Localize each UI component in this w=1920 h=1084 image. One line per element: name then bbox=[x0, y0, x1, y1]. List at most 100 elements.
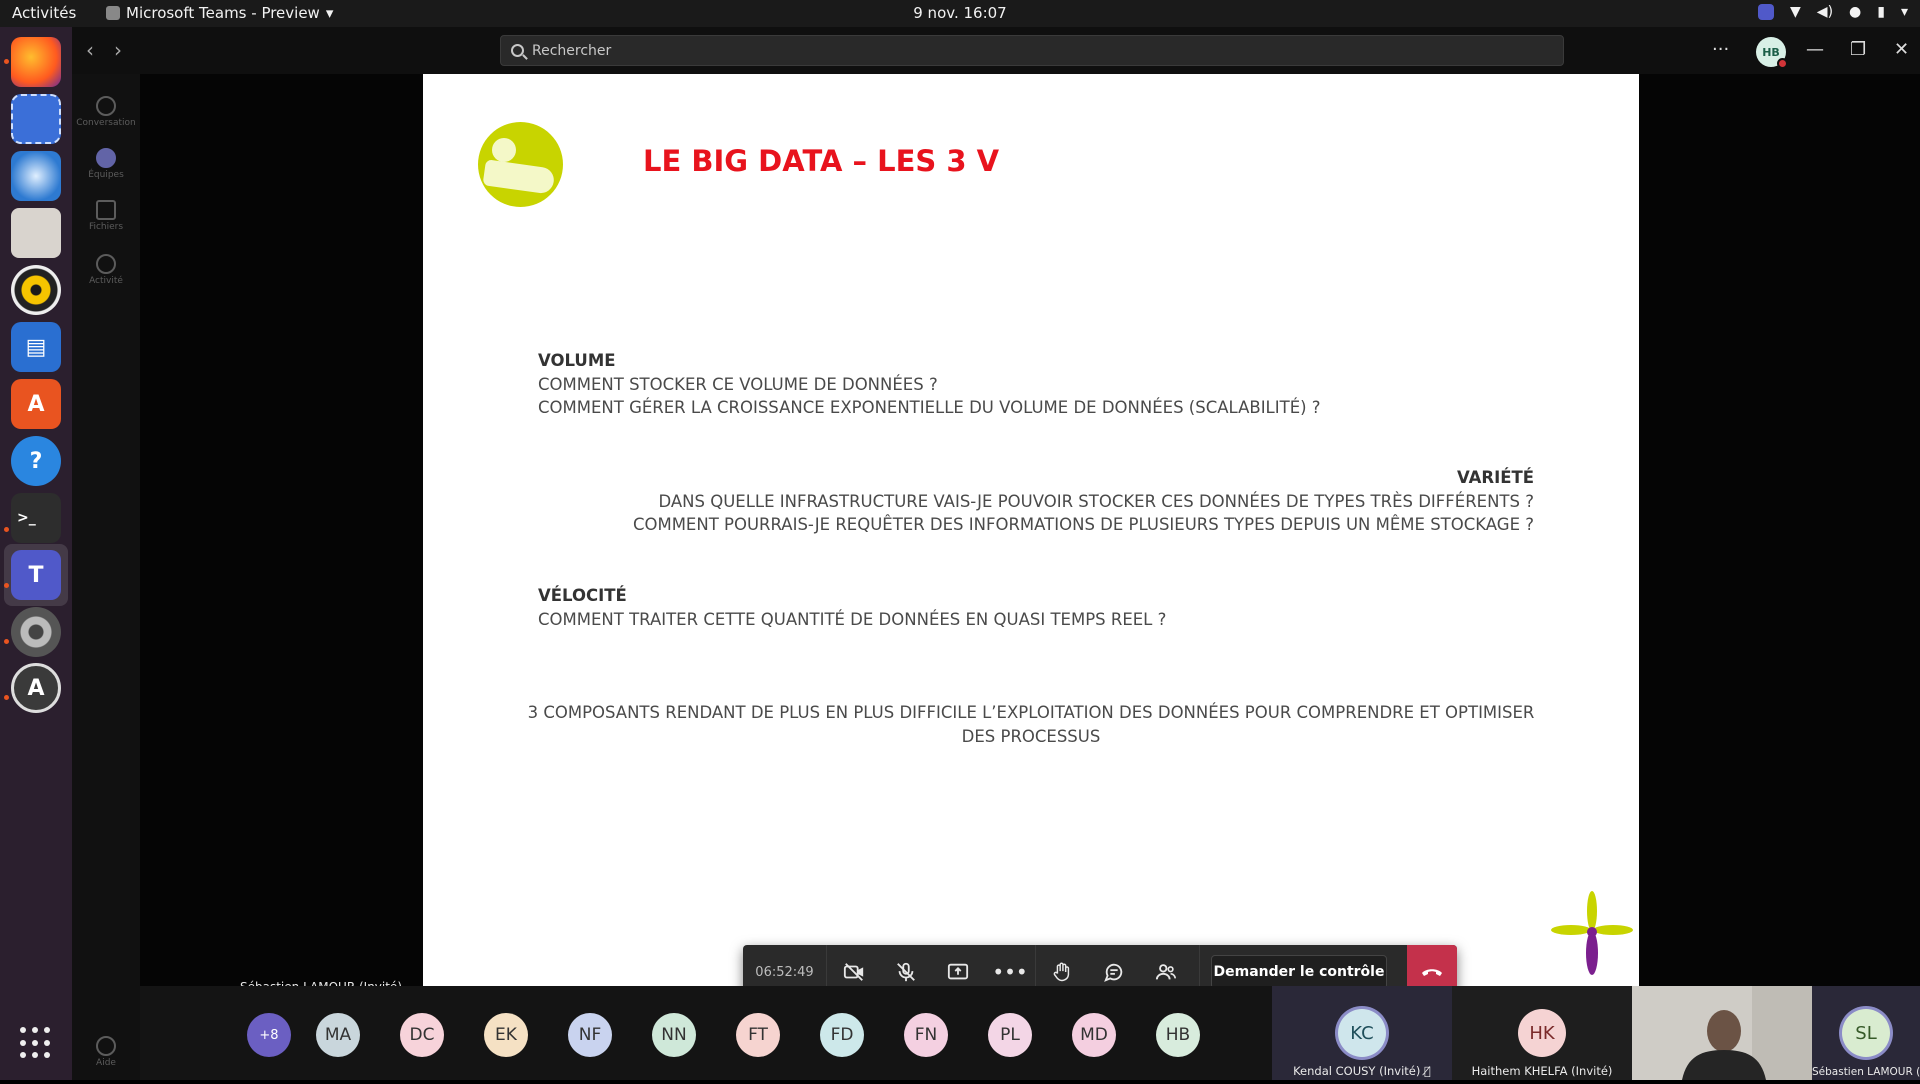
rail-item-label: Équipes bbox=[88, 170, 124, 180]
rail-item-teams[interactable]: Équipes bbox=[72, 148, 140, 180]
share-screen-icon[interactable] bbox=[941, 955, 975, 989]
participant-avatar[interactable]: MA bbox=[316, 1013, 360, 1057]
maximize-icon[interactable]: ❐ bbox=[1850, 39, 1866, 60]
teams-title-bar: ‹ › Rechercher ··· HB — ❐ ✕ bbox=[72, 27, 1920, 74]
participant-tile[interactable]: KC Kendal COUSY (Invité) 🎙̸ bbox=[1272, 986, 1452, 1080]
section-variete: VARIÉTÉ DANS QUELLE INFRASTRUCTURE VAIS-… bbox=[633, 466, 1534, 537]
microphone-icon: ● bbox=[1849, 4, 1862, 20]
participant-avatar[interactable]: NF bbox=[568, 1013, 612, 1057]
system-top-bar: Activités Microsoft Teams - Preview ▾ 9 … bbox=[0, 0, 1920, 27]
participant-name: Kendal COUSY (Invité) 🎙̸ bbox=[1293, 1064, 1431, 1078]
more-options-icon[interactable]: ··· bbox=[1712, 39, 1729, 60]
volume-heading: VOLUME bbox=[538, 351, 616, 370]
settings-icon[interactable] bbox=[11, 607, 61, 657]
terminal-icon[interactable]: >_ bbox=[11, 493, 61, 543]
shared-slide: LE BIG DATA – LES 3 V VOLUME COMMENT STO… bbox=[423, 74, 1639, 986]
rail-item-label: Conversation bbox=[76, 118, 136, 128]
back-arrow-icon[interactable]: ‹ bbox=[86, 38, 94, 62]
dock: ▤ A ? >_ T A bbox=[0, 27, 72, 1080]
camera-off-icon[interactable] bbox=[837, 955, 871, 989]
rail-item-label: Aide bbox=[96, 1058, 116, 1068]
teams-icon bbox=[96, 148, 116, 168]
slide-conclusion: 3 COMPOSANTS RENDANT DE PLUS EN PLUS DIF… bbox=[423, 701, 1639, 748]
participant-avatar[interactable]: EK bbox=[484, 1013, 528, 1057]
section-volume: VOLUME COMMENT STOCKER CE VOLUME DE DONN… bbox=[538, 349, 1321, 420]
participant-video-feed bbox=[1632, 986, 1812, 1080]
overflow-participants-button[interactable]: +8 bbox=[247, 1013, 291, 1057]
search-input[interactable]: Rechercher bbox=[500, 35, 1564, 66]
screenshot-tool-icon[interactable] bbox=[11, 94, 61, 144]
slide-title: LE BIG DATA – LES 3 V bbox=[643, 144, 1000, 178]
rail-item-conversation[interactable]: Conversation bbox=[72, 96, 140, 128]
show-applications-icon[interactable] bbox=[20, 1027, 52, 1059]
participant-avatar[interactable]: PL bbox=[988, 1013, 1032, 1057]
volume-line-2: COMMENT GÉRER LA CROISSANCE EXPONENTIELL… bbox=[538, 398, 1321, 417]
running-indicator bbox=[4, 59, 9, 64]
participant-avatar[interactable]: FD bbox=[820, 1013, 864, 1057]
chevron-down-icon: ▾ bbox=[325, 4, 334, 22]
meeting-stage: LE BIG DATA – LES 3 V VOLUME COMMENT STO… bbox=[140, 74, 1920, 999]
raise-hand-icon[interactable] bbox=[1045, 955, 1079, 989]
minimize-icon[interactable]: — bbox=[1806, 39, 1824, 60]
participant-tile[interactable]: SL Sébastien LAMOUR (Invité) bbox=[1812, 986, 1920, 1080]
more-actions-icon[interactable]: ••• bbox=[992, 955, 1027, 989]
chevron-down-icon: ▾ bbox=[1900, 4, 1908, 20]
rail-item-label: Activité bbox=[89, 276, 123, 286]
battery-icon: ▮ bbox=[1877, 4, 1885, 20]
running-indicator bbox=[4, 583, 9, 588]
participant-video-tile[interactable] bbox=[1632, 986, 1812, 1080]
velocite-line-1: COMMENT TRAITER CETTE QUANTITÉ DE DONNÉE… bbox=[538, 609, 1167, 629]
rail-item-activity[interactable]: Activité bbox=[72, 254, 140, 286]
software-center-icon[interactable]: A bbox=[11, 379, 61, 429]
microphone-muted-icon[interactable] bbox=[889, 955, 923, 989]
rail-item-help[interactable]: Aide bbox=[72, 1036, 140, 1068]
participant-avatar[interactable]: NN bbox=[652, 1013, 696, 1057]
bell-icon bbox=[96, 254, 116, 274]
phone-hangup-icon bbox=[1422, 969, 1442, 976]
activities-button[interactable]: Activités bbox=[12, 4, 76, 22]
conclusion-line-1: 3 COMPOSANTS RENDANT DE PLUS EN PLUS DIF… bbox=[527, 703, 1535, 722]
microphone-muted-icon: 🎙̸ bbox=[1424, 1064, 1431, 1078]
rhythmbox-icon[interactable] bbox=[11, 265, 61, 315]
teams-window: ‹ › Rechercher ··· HB — ❐ ✕ Conversation… bbox=[72, 27, 1920, 1080]
teams-icon[interactable]: T bbox=[11, 550, 61, 600]
chat-icon bbox=[96, 96, 116, 116]
close-icon[interactable]: ✕ bbox=[1894, 39, 1909, 60]
variete-line-2: COMMENT POURRAIS-JE REQUÊTER DES INFORMA… bbox=[632, 515, 1534, 534]
participant-avatar[interactable]: HB bbox=[1156, 1013, 1200, 1057]
variete-line-1: DANS QUELLE INFRASTRUCTURE VAIS-JE POUVO… bbox=[658, 491, 1534, 511]
firefox-icon[interactable] bbox=[11, 37, 61, 87]
participant-name: Haithem KHELFA (Invité) bbox=[1471, 1064, 1613, 1078]
writer-icon[interactable]: ▤ bbox=[11, 322, 61, 372]
volume-icon: ◀) bbox=[1816, 4, 1834, 20]
participant-avatar[interactable]: FN bbox=[904, 1013, 948, 1057]
velocite-heading: VÉLOCITÉ bbox=[538, 586, 627, 605]
wifi-icon: ▼ bbox=[1790, 4, 1801, 20]
participants-icon[interactable] bbox=[1149, 955, 1183, 989]
participant-tile[interactable]: HK Haithem KHELFA (Invité) bbox=[1452, 986, 1632, 1080]
files-icon[interactable] bbox=[11, 208, 61, 258]
rail-item-files[interactable]: Fichiers bbox=[72, 200, 140, 232]
participant-avatar: SL bbox=[1842, 1009, 1890, 1057]
system-tray[interactable]: ▼ ◀) ● ▮ ▾ bbox=[1758, 4, 1908, 20]
help-icon[interactable]: ? bbox=[11, 436, 61, 486]
rail-item-label: Fichiers bbox=[88, 222, 124, 232]
teams-tray-icon[interactable] bbox=[1758, 4, 1775, 20]
search-placeholder: Rechercher bbox=[532, 42, 612, 59]
volume-line-1: COMMENT STOCKER CE VOLUME DE DONNÉES ? bbox=[538, 374, 938, 394]
participant-avatar[interactable]: MD bbox=[1072, 1013, 1116, 1057]
chat-icon[interactable] bbox=[1097, 955, 1131, 989]
clock[interactable]: 9 nov. 16:07 bbox=[913, 4, 1006, 22]
forward-arrow-icon[interactable]: › bbox=[114, 38, 122, 62]
thunderbird-icon[interactable] bbox=[11, 151, 61, 201]
running-indicator bbox=[4, 639, 9, 644]
participant-avatar: HK bbox=[1518, 1009, 1566, 1057]
request-control-button[interactable]: Demander le contrôle bbox=[1211, 955, 1387, 989]
updater-icon[interactable]: A bbox=[11, 663, 61, 713]
participant-avatar[interactable]: DC bbox=[400, 1013, 444, 1057]
organization-logo bbox=[478, 122, 563, 207]
avatar-initials: HB bbox=[1762, 45, 1780, 59]
avatar[interactable]: HB bbox=[1756, 37, 1788, 69]
participant-avatar[interactable]: FT bbox=[736, 1013, 780, 1057]
app-menu[interactable]: Microsoft Teams - Preview ▾ bbox=[106, 4, 333, 22]
